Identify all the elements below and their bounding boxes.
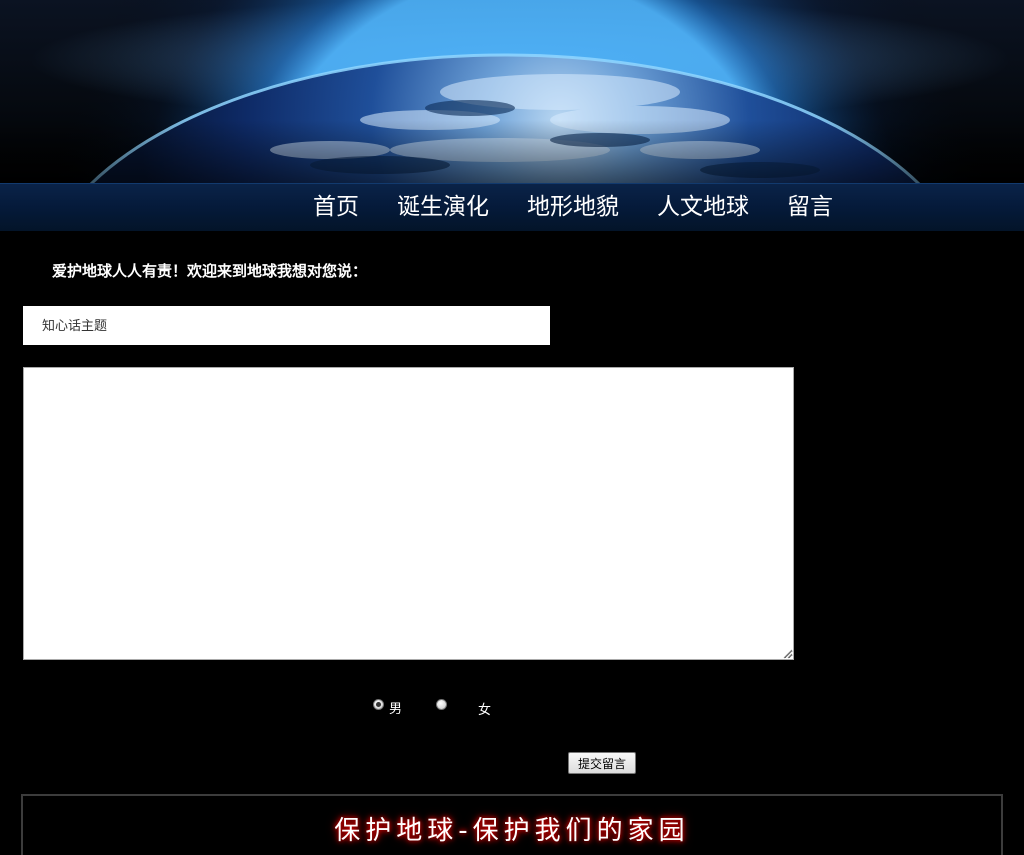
nav-bar: 首页 诞生演化 地形地貌 人文地球 留言 xyxy=(0,183,1024,231)
earth-banner xyxy=(0,0,1024,183)
page: 首页 诞生演化 地形地貌 人文地球 留言 爱护地球人人有责！欢迎来到地球我想对您… xyxy=(0,0,1024,855)
gender-label-female: 女 xyxy=(478,703,492,718)
footer-slogan: 保护地球-保护我们的家园 xyxy=(334,816,690,846)
nav-item-home[interactable]: 首页 xyxy=(294,184,378,231)
nav-item-humanities[interactable]: 人文地球 xyxy=(638,184,768,231)
gender-radio-female[interactable] xyxy=(436,699,447,710)
gender-radio-male[interactable] xyxy=(373,699,384,710)
subject-input[interactable] xyxy=(23,306,550,345)
footer: 保护地球-保护我们的家园 xyxy=(21,794,1003,855)
gender-label-male: 男 xyxy=(389,702,403,717)
nav-item-evolution[interactable]: 诞生演化 xyxy=(378,184,508,231)
nav-item-landforms[interactable]: 地形地貌 xyxy=(508,184,638,231)
earth-image xyxy=(0,0,1024,183)
submit-button[interactable]: 提交留言 xyxy=(568,752,636,774)
intro-text: 爱护地球人人有责！欢迎来到地球我想对您说： xyxy=(52,262,368,280)
nav-item-message[interactable]: 留言 xyxy=(768,184,852,231)
nav-menu: 首页 诞生演化 地形地貌 人文地球 留言 xyxy=(294,184,852,231)
message-textarea[interactable] xyxy=(23,367,794,660)
